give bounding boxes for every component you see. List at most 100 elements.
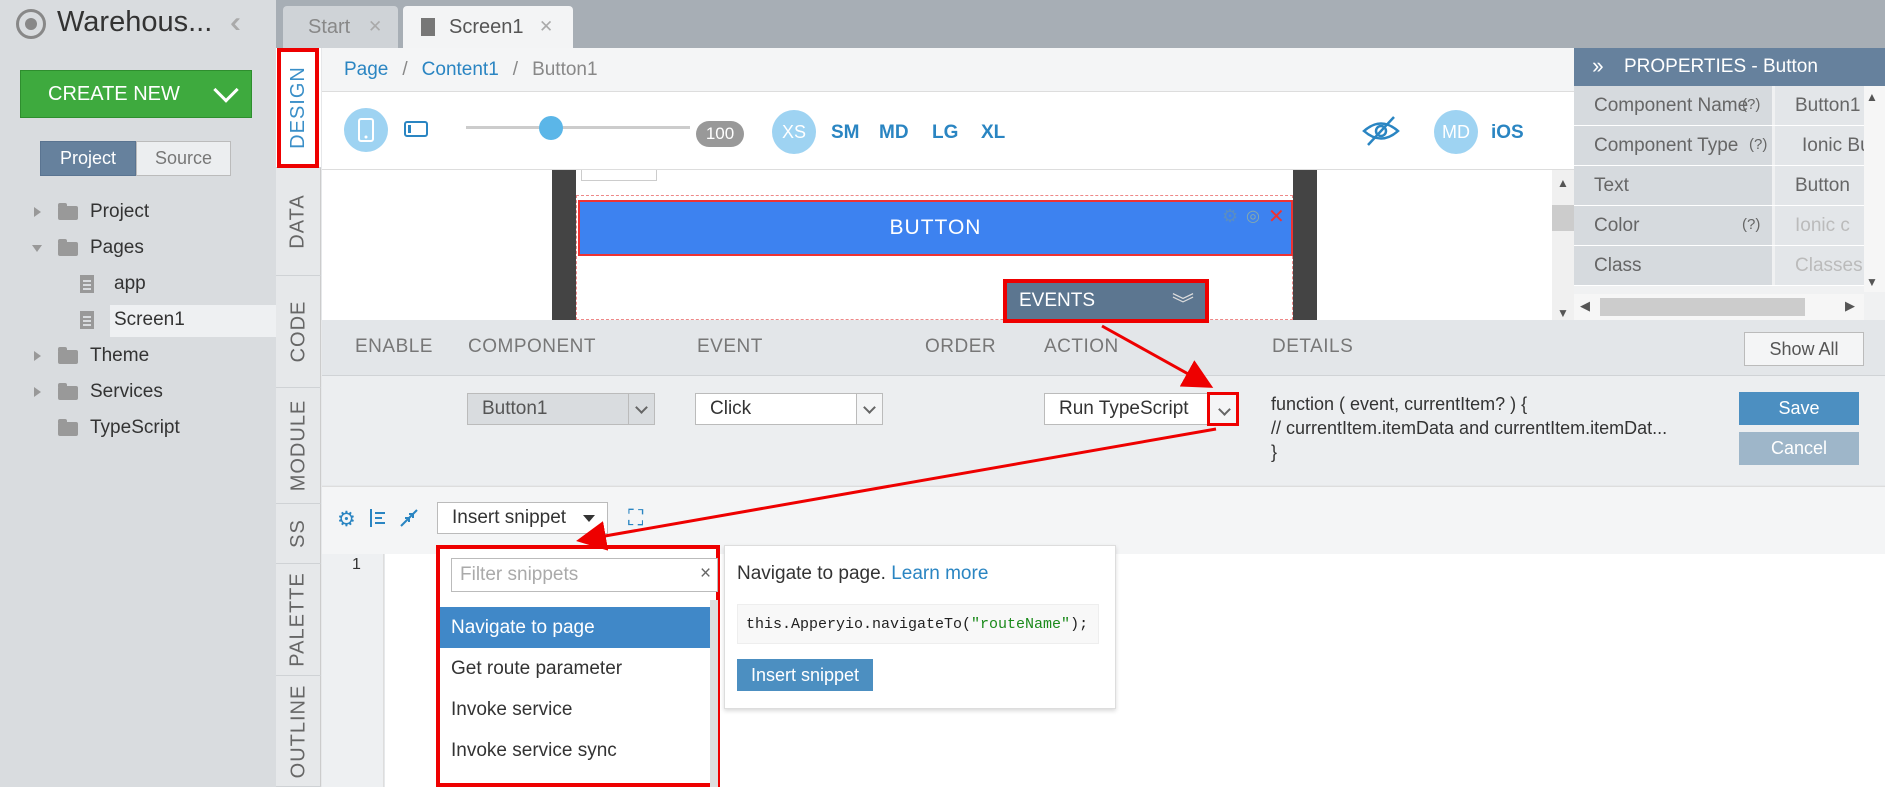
help-icon[interactable]: (?) (1742, 96, 1760, 113)
collapse-arrows-icon[interactable] (399, 508, 419, 533)
expand-arrow-icon[interactable] (34, 351, 41, 361)
tab-code-label: CODE (287, 300, 310, 363)
tree-label: Project (90, 201, 150, 222)
snippet-filter-input[interactable] (451, 558, 718, 592)
folder-icon (58, 203, 78, 220)
close-icon[interactable]: ✕ (539, 17, 553, 37)
tab-start[interactable]: Start ✕ (283, 6, 398, 48)
scroll-down-icon[interactable]: ▼ (1866, 275, 1878, 289)
size-xl-button[interactable]: XL (981, 122, 1005, 144)
scroll-left-icon[interactable]: ◀ (1580, 298, 1590, 314)
collapse-arrow-icon[interactable] (32, 245, 42, 252)
app-title[interactable]: Warehous... (57, 6, 212, 39)
cancel-button[interactable]: Cancel (1739, 432, 1859, 465)
line-number: 1 (352, 556, 361, 573)
show-all-button[interactable]: Show All (1744, 332, 1864, 366)
phone-portrait-icon[interactable] (344, 108, 388, 152)
properties-vertical-scrollbar[interactable] (1864, 86, 1885, 292)
size-xs-button[interactable]: XS (772, 110, 816, 154)
canvas-button-component[interactable]: BUTTON (578, 200, 1293, 256)
property-key: Text (1574, 166, 1772, 205)
zoom-slider-handle[interactable] (539, 116, 563, 140)
expand-arrow-icon[interactable] (34, 207, 41, 217)
insert-snippet-button[interactable]: Insert snippet (737, 659, 873, 691)
save-button[interactable]: Save (1739, 392, 1859, 425)
scroll-down-icon[interactable]: ▼ (1552, 306, 1574, 320)
device-frame-left (552, 170, 576, 320)
breadcrumb-current: Button1 (532, 58, 598, 80)
events-tab[interactable]: EVENTS ︾ (1003, 279, 1209, 323)
clear-filter-icon[interactable]: × (700, 563, 711, 585)
property-value[interactable]: Button1 (1775, 86, 1864, 125)
breadcrumb-content[interactable]: Content1 (422, 59, 499, 81)
tab-source[interactable]: Source (136, 141, 231, 176)
expand-arrow-icon[interactable] (34, 387, 41, 397)
chevron-down-icon[interactable] (1207, 392, 1239, 426)
expand-panel-icon[interactable]: ›› (1592, 53, 1604, 79)
column-action: ACTION (1044, 336, 1119, 357)
tab-outline-label: OUTLINE (287, 684, 309, 778)
snippet-item-invoke-service[interactable]: Invoke service (440, 689, 710, 730)
tab-module[interactable]: MODULE (276, 388, 321, 504)
size-lg-button[interactable]: LG (932, 122, 958, 144)
properties-header: ›› PROPERTIES - Button (1574, 48, 1885, 86)
settings-gear-icon[interactable]: ⚙ (337, 507, 356, 532)
theme-ios-button[interactable]: iOS (1491, 122, 1524, 144)
snippet-item-route-param[interactable]: Get route parameter (440, 648, 710, 689)
help-icon[interactable]: (?) (1742, 216, 1760, 233)
size-md-button[interactable]: MD (879, 122, 909, 144)
properties-scroll-thumb[interactable] (1600, 298, 1805, 316)
tree-label: Pages (90, 237, 144, 258)
property-value[interactable]: Classes s (1775, 246, 1864, 285)
create-new-button[interactable]: CREATE NEW (20, 70, 252, 118)
event-select[interactable]: Click (695, 393, 883, 425)
phone-landscape-icon[interactable] (404, 121, 428, 142)
hide-icon[interactable]: ◎ (1246, 206, 1260, 226)
property-value[interactable]: Ionic Bu (1775, 126, 1864, 165)
component-select[interactable]: Button1 (467, 393, 655, 425)
property-value[interactable]: Ionic c (1775, 206, 1864, 245)
collapse-panel-icon[interactable]: ‹‹ (230, 6, 241, 40)
tree-label: app (114, 273, 146, 294)
tree-label: Screen1 (114, 309, 185, 330)
help-icon[interactable]: (?) (1749, 136, 1767, 153)
eye-hidden-icon[interactable] (1362, 114, 1400, 153)
format-code-icon[interactable] (367, 508, 387, 533)
canvas-scrollbar[interactable] (1552, 170, 1574, 320)
tab-css[interactable]: SS (276, 504, 321, 564)
tab-screen1[interactable]: Screen1 ✕ (403, 6, 573, 48)
folder-icon (58, 239, 78, 256)
delete-icon[interactable]: ✕ (1268, 204, 1285, 229)
zoom-slider-track[interactable] (466, 126, 690, 129)
breadcrumb: Page / Content1 / Button1 (322, 48, 1574, 92)
scroll-up-icon[interactable]: ▲ (1552, 176, 1574, 190)
tab-outline[interactable]: OUTLINE (276, 676, 321, 787)
tab-project[interactable]: Project (40, 141, 136, 176)
tab-code[interactable]: CODE (276, 276, 321, 388)
snippet-list-scrollbar[interactable] (710, 600, 718, 787)
gear-icon[interactable]: ⚙ (1222, 206, 1238, 227)
snippet-item-invoke-service-sync[interactable]: Invoke service sync (440, 730, 710, 771)
folder-icon (58, 419, 78, 436)
tree-label: Theme (90, 345, 150, 366)
tab-data[interactable]: DATA (276, 168, 321, 276)
fullscreen-icon[interactable]: ⛶ (628, 505, 643, 531)
scroll-up-icon[interactable]: ▲ (1866, 90, 1878, 104)
theme-md-button[interactable]: MD (1434, 110, 1478, 154)
action-select[interactable]: Run TypeScript (1044, 392, 1239, 426)
breadcrumb-page[interactable]: Page (344, 59, 388, 81)
canvas-scroll-thumb[interactable] (1552, 205, 1574, 231)
event-select-value: Click (710, 398, 752, 419)
size-sm-button[interactable]: SM (831, 122, 860, 144)
canvas-component-outline[interactable] (581, 170, 657, 181)
property-value[interactable]: Button (1775, 166, 1864, 205)
scroll-right-icon[interactable]: ▶ (1845, 298, 1855, 314)
learn-more-link[interactable]: Learn more (891, 563, 988, 584)
tab-palette[interactable]: PALETTE (276, 564, 321, 676)
column-event: EVENT (697, 336, 763, 357)
snippet-item-navigate[interactable]: Navigate to page (440, 607, 710, 648)
close-icon[interactable]: ✕ (368, 17, 382, 37)
create-new-label: CREATE NEW (48, 82, 180, 105)
insert-snippet-dropdown[interactable]: Insert snippet (437, 502, 608, 534)
column-details: DETAILS (1272, 336, 1354, 357)
